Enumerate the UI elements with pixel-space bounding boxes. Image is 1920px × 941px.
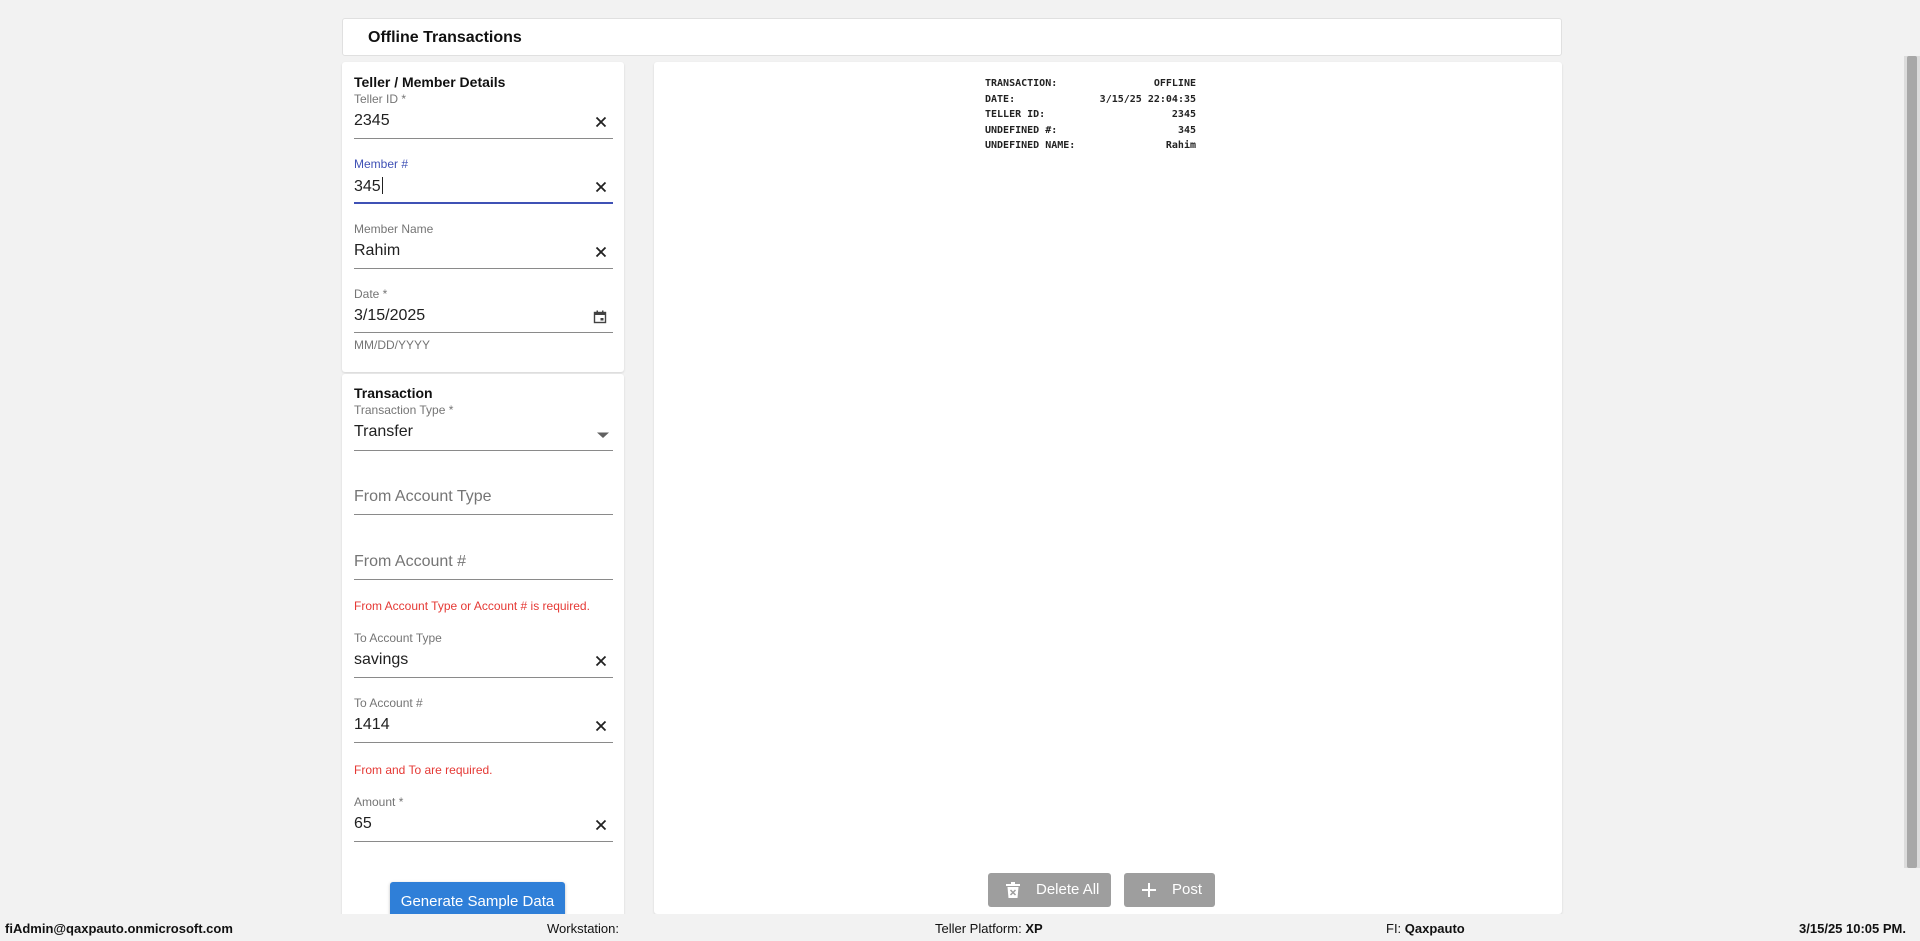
status-datetime: 3/15/25 10:05 PM. — [1799, 921, 1906, 936]
transaction-type-underline — [354, 450, 613, 451]
teller-id-label: Teller ID * — [354, 92, 407, 106]
scrollbar-thumb[interactable] — [1907, 56, 1917, 868]
receipt-key: UNDEFINED #: — [985, 124, 1058, 136]
receipt-row: UNDEFINED NAME: Rahim — [985, 138, 1196, 154]
post-label: Post — [1172, 881, 1203, 898]
member-number-underline — [354, 202, 613, 204]
status-fi-label: FI: — [1386, 921, 1402, 936]
status-bar: fiAdmin@qaxpauto.onmicrosoft.com Worksta… — [0, 914, 1920, 941]
trash-icon — [1006, 882, 1020, 898]
member-number-input[interactable]: 345 — [354, 177, 383, 196]
from-account-type-underline — [354, 514, 613, 515]
date-field[interactable]: Date * 3/15/2025 — [354, 287, 613, 337]
receipt-key: DATE: — [985, 93, 1016, 105]
date-label: Date * — [354, 287, 388, 301]
transaction-card: Transaction Transaction Type * Transfer … — [342, 374, 624, 934]
delete-all-button[interactable]: Delete All — [988, 873, 1111, 907]
receipt-value: 2345 — [1171, 109, 1196, 121]
teller-section-title: Teller / Member Details — [354, 74, 506, 90]
to-account-type-label: To Account Type — [354, 631, 442, 645]
to-account-type-underline — [354, 677, 613, 678]
plus-icon — [1142, 883, 1156, 897]
teller-id-value[interactable]: 2345 — [354, 112, 390, 130]
receipt-row: TELLER ID: 2345 — [985, 107, 1196, 123]
from-account-error: From Account Type or Account # is requir… — [354, 599, 590, 613]
amount-clear-icon[interactable] — [595, 819, 607, 831]
status-platform: Teller Platform: XP — [935, 921, 1043, 936]
to-account-number-field[interactable]: To Account # 1414 — [354, 696, 613, 746]
page-title: Offline Transactions — [368, 29, 522, 46]
to-account-type-value[interactable]: savings — [354, 651, 408, 669]
receipt: TRANSACTION: OFFLINE DATE: 3/15/25 22:04:3… — [985, 76, 1196, 154]
date-format-helper: MM/DD/YYYY — [354, 338, 431, 352]
member-number-clear-icon[interactable] — [595, 181, 607, 193]
member-name-label: Member Name — [354, 222, 434, 236]
to-account-number-clear-icon[interactable] — [595, 720, 607, 732]
from-account-type-field[interactable]: From Account Type — [354, 468, 613, 518]
calendar-icon[interactable] — [593, 310, 607, 324]
receipt-value: Rahim — [1165, 140, 1196, 152]
receipt-key: TRANSACTION: — [985, 78, 1058, 89]
transaction-type-label: Transaction Type * — [354, 403, 454, 417]
status-workstation-label: Workstation: — [547, 921, 620, 936]
delete-all-label: Delete All — [1036, 881, 1100, 898]
dropdown-arrow-icon[interactable] — [597, 431, 609, 439]
teller-id-field[interactable]: Teller ID * 2345 — [354, 92, 613, 142]
to-account-error: From and To are required. — [354, 763, 493, 777]
receipt-value: 345 — [1177, 124, 1196, 136]
teller-id-underline — [354, 138, 613, 139]
status-user: fiAdmin@qaxpauto.onmicrosoft.com — [5, 921, 233, 936]
amount-field[interactable]: Amount * 65 — [354, 795, 613, 845]
receipt-value: OFFLINE — [1153, 78, 1196, 89]
teller-id-clear-icon[interactable] — [595, 116, 607, 128]
transaction-type-select[interactable]: Transaction Type * Transfer — [354, 403, 613, 453]
status-fi-value: Qaxpauto — [1404, 921, 1465, 936]
amount-underline — [354, 841, 613, 842]
amount-value[interactable]: 65 — [354, 815, 372, 833]
member-name-field[interactable]: Member Name Rahim — [354, 222, 613, 272]
to-account-number-underline — [354, 742, 613, 743]
status-fi: FI: Qaxpauto — [1386, 921, 1465, 936]
left-panel: Teller / Member Details Teller ID * 2345… — [342, 62, 624, 934]
from-account-number-placeholder[interactable]: From Account # — [354, 553, 466, 571]
receipt-row: TRANSACTION: OFFLINE — [985, 76, 1196, 92]
member-name-clear-icon[interactable] — [595, 246, 607, 258]
receipt-preview-panel: TRANSACTION: OFFLINE DATE: 3/15/25 22:04:3… — [654, 62, 1562, 914]
teller-member-card: Teller / Member Details Teller ID * 2345… — [342, 62, 624, 372]
status-platform-value: XP — [1025, 921, 1043, 936]
member-name-underline — [354, 268, 613, 269]
to-account-type-field[interactable]: To Account Type savings — [354, 631, 613, 681]
receipt-row: UNDEFINED #: 345 — [985, 123, 1196, 139]
receipt-row: DATE: 3/15/25 22:04:35 — [985, 92, 1196, 108]
vertical-scrollbar[interactable] — [1904, 56, 1920, 868]
member-number-label: Member # — [354, 157, 409, 171]
receipt-key: UNDEFINED NAME: — [985, 140, 1076, 152]
page-header: Offline Transactions — [342, 18, 1562, 56]
date-underline — [354, 332, 613, 333]
member-name-value[interactable]: Rahim — [354, 242, 400, 260]
post-button[interactable]: Post — [1124, 873, 1215, 907]
to-account-number-label: To Account # — [354, 696, 423, 710]
from-account-number-underline — [354, 579, 613, 580]
receipt-key: TELLER ID: — [985, 109, 1046, 121]
amount-label: Amount * — [354, 795, 404, 809]
transaction-type-value[interactable]: Transfer — [354, 423, 413, 441]
to-account-type-clear-icon[interactable] — [595, 655, 607, 667]
status-platform-label: Teller Platform: — [935, 921, 1022, 936]
from-account-type-placeholder[interactable]: From Account Type — [354, 488, 492, 506]
member-number-field[interactable]: Member # 345 — [354, 157, 613, 209]
receipt-value: 3/15/25 22:04:35 — [1099, 93, 1196, 105]
transaction-section-title: Transaction — [354, 385, 433, 401]
to-account-number-value[interactable]: 1414 — [354, 716, 390, 734]
date-value[interactable]: 3/15/2025 — [354, 307, 425, 325]
from-account-number-field[interactable]: From Account # — [354, 533, 613, 583]
